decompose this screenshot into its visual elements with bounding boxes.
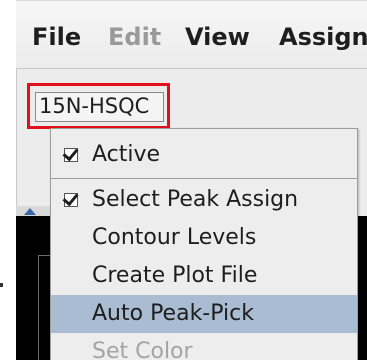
menu-item-set-color[interactable]: Set Color: [51, 333, 357, 360]
window-edge-mark: [0, 283, 3, 287]
menu-item-contour-levels[interactable]: Contour Levels: [51, 219, 357, 257]
checkbox-checked-icon[interactable]: [64, 193, 78, 207]
spectrum-tab-label: 15N-HSQC: [39, 94, 150, 118]
menu-bar: File Edit View Assign: [16, 0, 367, 69]
plot-axis-line: [38, 255, 39, 360]
menu-item-label: Create Plot File: [92, 263, 258, 288]
menu-item-active[interactable]: Active: [51, 136, 357, 174]
menu-item-label: Select Peak Assign: [92, 187, 299, 212]
menu-item-label: Contour Levels: [92, 225, 257, 250]
application-window: File Edit View Assign 15N-HSQC Active Se…: [0, 0, 367, 360]
menu-view[interactable]: View: [185, 23, 250, 51]
menu-file[interactable]: File: [32, 23, 81, 51]
menu-assign[interactable]: Assign: [279, 23, 367, 51]
menu-item-label: Set Color: [92, 339, 193, 360]
menu-item-auto-peak-pick[interactable]: Auto Peak-Pick: [51, 295, 357, 333]
menu-item-create-plot-file[interactable]: Create Plot File: [51, 257, 357, 295]
spectrum-tab[interactable]: 15N-HSQC: [27, 83, 170, 129]
checkbox-checked-icon[interactable]: [64, 148, 78, 162]
spectrum-tab-label-box: 15N-HSQC: [35, 92, 164, 122]
menu-item-label: Active: [92, 142, 161, 167]
menu-separator: [51, 178, 357, 179]
scroll-up-arrow-icon[interactable]: [24, 208, 36, 215]
menu-item-label: Auto Peak-Pick: [92, 301, 254, 326]
menu-item-select-peak-assign[interactable]: Select Peak Assign: [51, 181, 357, 219]
menu-edit[interactable]: Edit: [108, 23, 161, 51]
context-menu: Active Select Peak Assign Contour Levels…: [50, 128, 358, 360]
